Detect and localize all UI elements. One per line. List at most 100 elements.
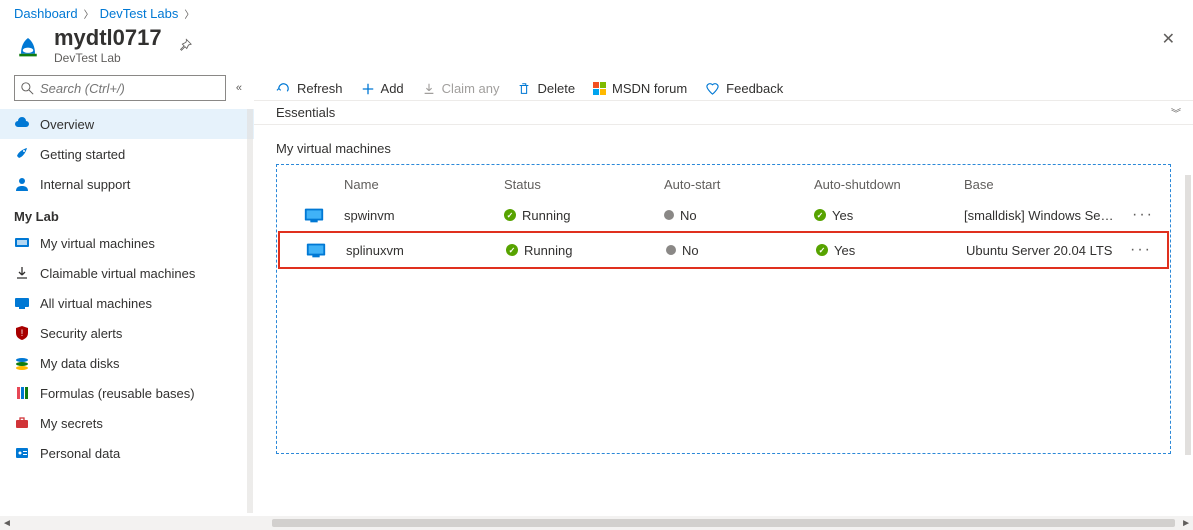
- pin-icon[interactable]: [178, 38, 192, 52]
- col-autoshutdown: Auto-shutdown: [814, 177, 964, 192]
- vm-name: splinuxvm: [346, 243, 506, 258]
- sidebar-item-overview[interactable]: Overview: [0, 109, 254, 139]
- toolbar-label: Add: [381, 81, 404, 96]
- col-status: Status: [504, 177, 664, 192]
- msdn-forum-button[interactable]: MSDN forum: [593, 81, 687, 96]
- chevron-right-icon: 〉: [184, 6, 194, 21]
- scroll-right-icon[interactable]: ►: [1181, 518, 1191, 529]
- sidebar-item-claimable-vms[interactable]: Claimable virtual machines: [0, 258, 254, 288]
- sidebar-item-internal-support[interactable]: Internal support: [0, 169, 254, 199]
- vm-icon: [14, 235, 30, 251]
- sidebar-item-label: My virtual machines: [40, 236, 155, 251]
- vm-list-container: Name Status Auto-start Auto-shutdown Bas…: [276, 164, 1171, 454]
- col-autostart: Auto-start: [664, 177, 814, 192]
- briefcase-icon: [14, 415, 30, 431]
- toolbar-label: Delete: [537, 81, 575, 96]
- sidebar-item-formulas[interactable]: Formulas (reusable bases): [0, 378, 254, 408]
- page-header: mydtl0717 DevTest Lab ✕: [0, 23, 1193, 75]
- sidebar-item-label: My secrets: [40, 416, 103, 431]
- table-header-row: Name Status Auto-start Auto-shutdown Bas…: [278, 171, 1169, 198]
- sidebar-item-label: Getting started: [40, 147, 125, 162]
- page-title: mydtl0717: [54, 25, 162, 51]
- status-running-icon: [506, 244, 518, 256]
- vm-autoshutdown: Yes: [832, 208, 853, 223]
- svg-text:!: !: [21, 328, 24, 338]
- toolbar-label: Claim any: [442, 81, 500, 96]
- status-on-icon: [816, 244, 828, 256]
- refresh-icon: [276, 81, 291, 96]
- sidebar-item-label: My data disks: [40, 356, 119, 371]
- microsoft-logo-icon: [593, 82, 606, 95]
- sidebar-item-label: Personal data: [40, 446, 120, 461]
- content-area: Refresh Add Claim any Delete: [254, 75, 1193, 513]
- delete-button[interactable]: Delete: [517, 81, 575, 96]
- horizontal-scrollbar[interactable]: ◄ ►: [0, 516, 1193, 530]
- download-icon: [422, 82, 436, 96]
- vm-name: spwinvm: [344, 208, 504, 223]
- table-row[interactable]: spwinvm Running No Yes [smalldisk] Windo…: [278, 198, 1169, 232]
- essentials-label: Essentials: [276, 105, 335, 120]
- rocket-icon: [14, 146, 30, 162]
- scrollbar-track[interactable]: [272, 519, 1175, 527]
- sidebar-item-my-secrets[interactable]: My secrets: [0, 408, 254, 438]
- plus-icon: [361, 82, 375, 96]
- breadcrumb-item-devtestlabs[interactable]: DevTest Labs: [100, 6, 179, 21]
- vm-section-title: My virtual machines: [254, 125, 1193, 164]
- chevron-down-double-icon: ︾: [1171, 105, 1179, 120]
- search-icon: [21, 82, 34, 95]
- search-field[interactable]: [40, 81, 219, 96]
- breadcrumb: Dashboard 〉 DevTest Labs 〉: [0, 0, 1193, 23]
- vm-autoshutdown: Yes: [834, 243, 855, 258]
- table-row[interactable]: splinuxvm Running No Yes Ubuntu Server 2…: [278, 231, 1169, 269]
- essentials-toggle[interactable]: Essentials ︾: [254, 100, 1193, 125]
- search-input[interactable]: [14, 75, 226, 101]
- sidebar-item-label: Internal support: [40, 177, 130, 192]
- sidebar-item-security-alerts[interactable]: ! Security alerts: [0, 318, 254, 348]
- status-off-icon: [664, 210, 674, 220]
- claim-any-button: Claim any: [422, 81, 500, 96]
- vm-base: Ubuntu Server 20.04 LTS: [966, 243, 1121, 258]
- cloud-icon: [14, 116, 30, 132]
- vm-all-icon: [14, 295, 30, 311]
- row-actions-button[interactable]: ···: [1121, 241, 1161, 259]
- vm-icon: [303, 204, 325, 226]
- sidebar-item-my-vms[interactable]: My virtual machines: [0, 228, 254, 258]
- sidebar-item-all-vms[interactable]: All virtual machines: [0, 288, 254, 318]
- breadcrumb-item-dashboard[interactable]: Dashboard: [14, 6, 78, 21]
- sidebar-item-label: Overview: [40, 117, 94, 132]
- formula-icon: [14, 385, 30, 401]
- page-subtitle: DevTest Lab: [54, 51, 162, 65]
- col-name: Name: [344, 177, 504, 192]
- sidebar-item-label: Security alerts: [40, 326, 122, 341]
- vm-status: Running: [524, 243, 572, 258]
- vm-status: Running: [522, 208, 570, 223]
- toolbar-label: Refresh: [297, 81, 343, 96]
- sidebar: « Overview Getting started Internal supp…: [0, 75, 254, 513]
- sidebar-item-label: Formulas (reusable bases): [40, 386, 195, 401]
- vm-autostart: No: [680, 208, 697, 223]
- close-icon[interactable]: ✕: [1158, 25, 1179, 53]
- sidebar-item-label: All virtual machines: [40, 296, 152, 311]
- sidebar-item-data-disks[interactable]: My data disks: [0, 348, 254, 378]
- col-base: Base: [964, 177, 1123, 192]
- shield-alert-icon: !: [14, 325, 30, 341]
- devtest-lab-icon: [14, 31, 42, 59]
- vertical-scrollbar[interactable]: [1185, 175, 1191, 455]
- vm-base: [smalldisk] Windows Se…: [964, 208, 1123, 223]
- add-button[interactable]: Add: [361, 81, 404, 96]
- toolbar-label: Feedback: [726, 81, 783, 96]
- row-actions-button[interactable]: ···: [1123, 206, 1163, 224]
- feedback-button[interactable]: Feedback: [705, 81, 783, 96]
- scroll-left-icon[interactable]: ◄: [2, 518, 12, 529]
- collapse-sidebar-icon[interactable]: «: [232, 78, 246, 98]
- status-running-icon: [504, 209, 516, 221]
- status-off-icon: [666, 245, 676, 255]
- toolbar: Refresh Add Claim any Delete: [254, 75, 1193, 100]
- refresh-button[interactable]: Refresh: [276, 81, 343, 96]
- heart-icon: [705, 81, 720, 96]
- sidebar-item-personal-data[interactable]: Personal data: [0, 438, 254, 468]
- vm-icon: [305, 239, 327, 261]
- chevron-right-icon: 〉: [84, 6, 94, 21]
- sidebar-item-getting-started[interactable]: Getting started: [0, 139, 254, 169]
- trash-icon: [517, 82, 531, 96]
